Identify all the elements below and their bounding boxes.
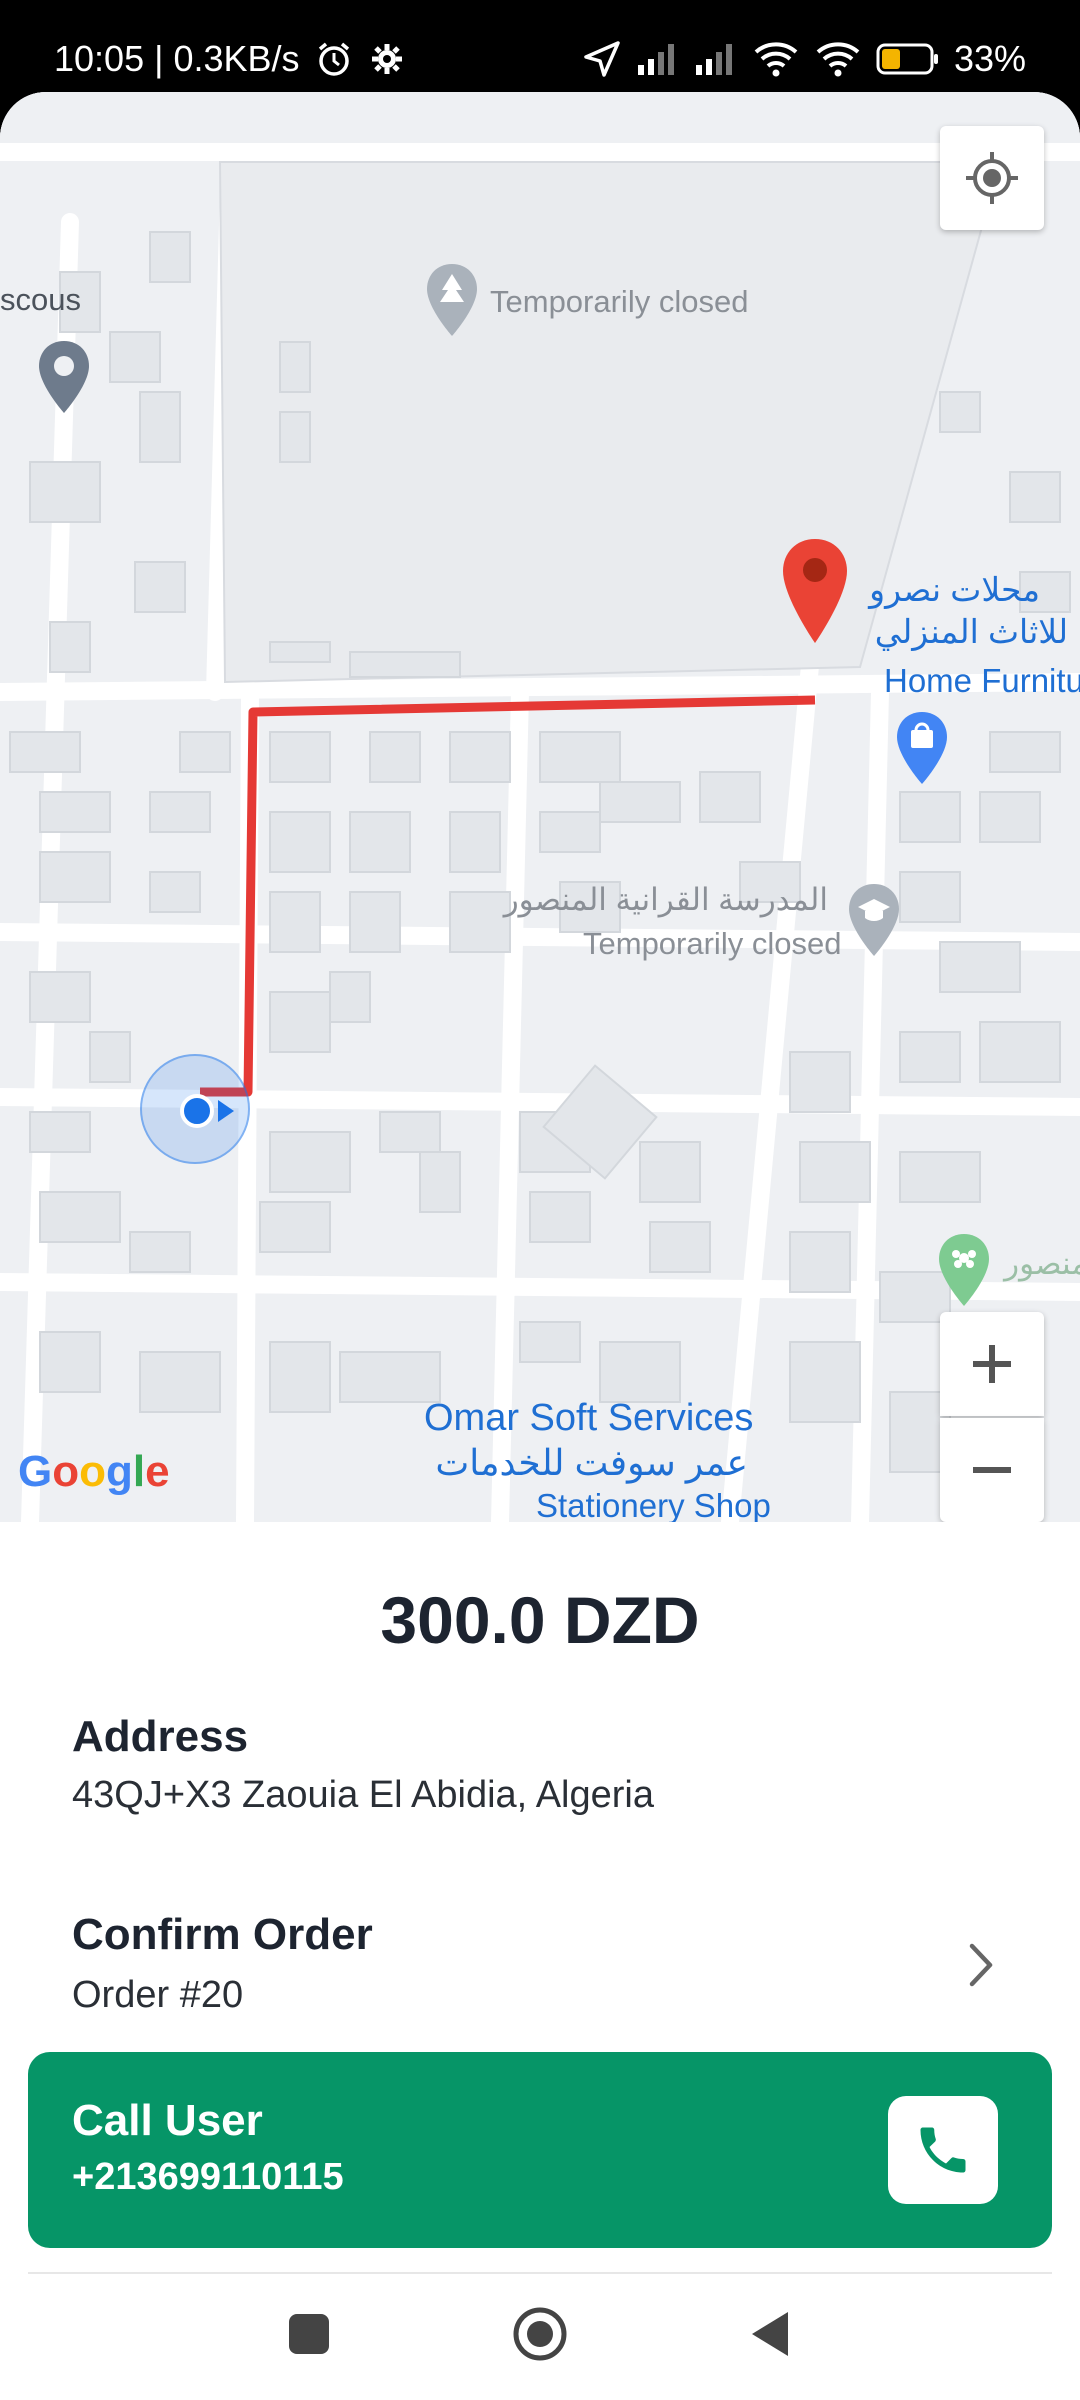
battery-icon [876,42,940,76]
address-value: 43QJ+X3 Zaouia El Abidia, Algeria [72,1774,654,1816]
status-time-speed: 10:05 | 0.3KB/s [54,38,300,79]
phone-icon [920,2127,966,2173]
confirm-order-row[interactable]: Confirm Order Order #20 [0,1892,1080,2042]
map-label-omar-soft: Omar Soft Services [424,1397,754,1439]
plus-icon [973,1345,1011,1383]
call-user-title: Call User [72,2096,263,2145]
alarm-icon [314,39,354,79]
wifi-icon [814,40,862,78]
system-nav-bar [0,2272,1080,2400]
shopping-pin-icon[interactable] [894,710,950,795]
crosshair-icon [966,152,1018,204]
gear-icon [368,40,406,78]
map-label-home-furniture: Home Furniture [884,662,1080,699]
app-screen: scous Temporarily closed محلات نصرو للاث… [0,92,1080,2272]
place-pin-icon[interactable] [36,339,92,420]
battery-percent: 33% [953,38,1026,79]
my-location-button[interactable] [940,126,1044,230]
google-logo: Google [18,1447,170,1496]
map-label-temp-closed-top: Temporarily closed [490,284,749,319]
destination-pin-icon[interactable] [780,537,850,652]
map-label-right-edge: منصور [1004,1246,1080,1281]
order-price: 300.0 DZD [380,1583,700,1657]
address-title: Address [72,1712,249,1761]
nav-divider [28,2272,1052,2274]
signal-icon [636,41,680,77]
order-number: Order #20 [72,1974,244,2016]
chevron-right-icon [964,1940,998,1995]
call-button[interactable] [888,2096,998,2204]
map-label-temp-closed-mid: Temporarily closed [583,926,842,961]
map-label-scous: scous [0,282,81,317]
flower-pin-icon[interactable] [936,1232,992,1317]
wifi-icon [752,40,800,78]
map-label-ar-omar: عمر سوفت للخدمات [435,1442,748,1483]
back-icon[interactable] [748,2309,794,2364]
call-user-card[interactable]: Call User +213699110115 [28,2052,1052,2248]
map-label-ar-shop-2: للاثاث المنزلي [874,613,1068,650]
map-label-ar-school: المدرسة القرانية المنصور [503,882,828,917]
school-pin-icon[interactable] [846,882,902,967]
call-user-number: +213699110115 [72,2156,344,2198]
navigation-arrow-icon [582,39,622,79]
zoom-out-button[interactable] [940,1418,1044,1522]
order-sheet: 300.0 DZD Address 43QJ+X3 Zaouia El Abid… [0,1522,1080,2272]
confirm-order-title: Confirm Order [72,1910,373,1959]
map-label-stationery: Stationery Shop [536,1487,771,1522]
home-icon[interactable] [512,2306,568,2367]
recent-apps-icon[interactable] [286,2311,332,2362]
signal-icon [694,41,738,77]
user-location-marker [140,1054,250,1164]
map-label-ar-shop-1: محلات نصرو [869,571,1040,608]
minus-icon [973,1467,1011,1473]
zoom-in-button[interactable] [940,1312,1044,1416]
park-pin-icon[interactable] [424,262,480,347]
map-view[interactable]: scous Temporarily closed محلات نصرو للاث… [0,92,1080,1522]
